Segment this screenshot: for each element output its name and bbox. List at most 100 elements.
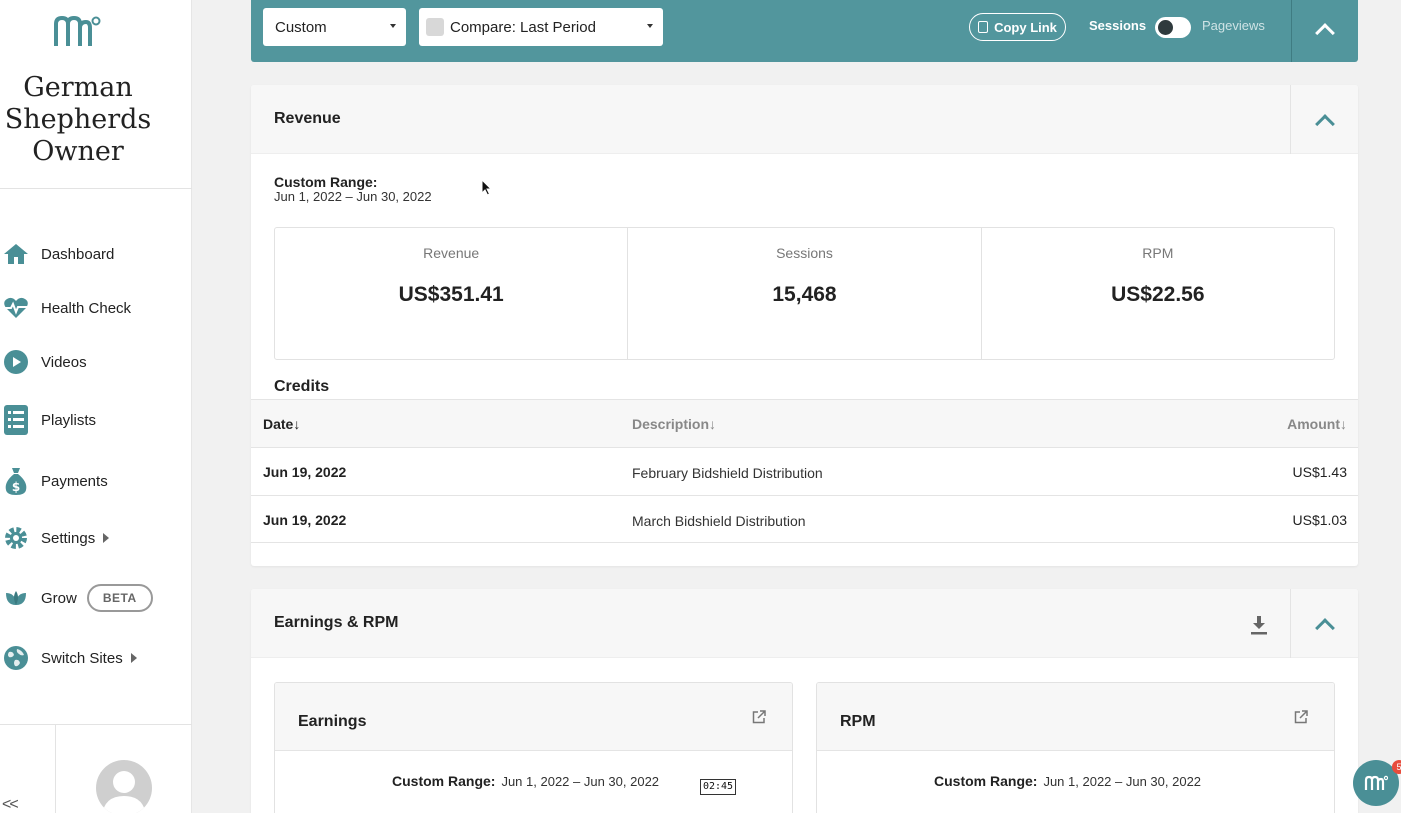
external-link-icon[interactable] [1294,710,1308,724]
compare-select[interactable]: Compare: Last Period [419,8,663,46]
earnings-card-header: Earnings & RPM [251,589,1358,658]
sidebar-item-switch-sites[interactable]: Switch Sites [0,638,192,678]
notification-badge: 5 [1392,760,1401,774]
home-icon [2,240,30,268]
range-label: Custom Range: [274,174,378,190]
site-name-line: Owner [32,136,124,167]
gear-icon [2,524,30,552]
earnings-chart-title: Earnings [298,713,367,730]
revenue-card: Revenue Custom Range: Jun 1, 2022 – Jun … [251,85,1358,566]
site-name-line: Shepherds [4,104,152,135]
caret-down-icon [647,24,653,28]
table-row: Jun 19, 2022 March Bidshield Distributio… [251,495,1358,543]
credit-amount: US$1.43 [1292,464,1347,480]
sessions-label: Sessions [1089,18,1147,33]
credit-date: Jun 19, 2022 [263,512,347,528]
sidebar: German Shepherds Owner Dashboard Health … [0,0,192,813]
earnings-chart-header: Earnings [275,683,792,751]
sidebar-item-label: Dashboard [41,245,115,263]
sidebar-item-grow[interactable]: Grow BETA [0,578,192,618]
credits-table: Date↓ Description↓ Amount↓ Jun 19, 2022 … [251,399,1358,543]
chevron-up-icon[interactable] [1315,114,1335,134]
sidebar-item-settings[interactable]: Settings [0,518,192,558]
sidebar-item-label: Videos [41,353,87,371]
user-icon [102,771,146,813]
date-range-select[interactable]: Custom [263,8,406,46]
external-link-icon[interactable] [752,710,766,724]
stat-value: US$351.41 [398,283,504,306]
chevron-up-icon[interactable] [1315,23,1335,43]
sidebar-divider [0,724,192,725]
revenue-card-header: Revenue [251,85,1358,154]
stat-label: Sessions [776,245,833,261]
play-circle-icon [2,348,30,376]
caret-right-icon [103,533,110,543]
revenue-title: Revenue [274,110,341,127]
chat-logo-icon [1364,775,1388,790]
sidebar-item-playlists[interactable]: Playlists [0,400,192,440]
header-divider [1290,85,1291,154]
range-value: Jun 1, 2022 – Jun 30, 2022 [501,774,660,789]
range-value: Jun 1, 2022 – Jun 30, 2022 [1043,774,1202,789]
copy-icon [978,21,989,33]
header-divider [1290,589,1291,658]
earnings-rpm-card: Earnings & RPM Earnings Custom Range: Jun… [251,589,1358,813]
sidebar-item-dashboard[interactable]: Dashboard [0,234,192,274]
caret-down-icon [390,24,396,28]
svg-text:$: $ [12,480,20,494]
sort-date-header[interactable]: Date↓ [263,416,300,432]
sort-description-header[interactable]: Description↓ [632,416,716,432]
heartbeat-icon [2,294,30,322]
sidebar-item-label: Grow [41,589,77,607]
sidebar-item-label: Playlists [41,411,97,429]
copy-link-label: Copy Link [994,19,1057,35]
compare-swatch [426,18,444,36]
sidebar-item-videos[interactable]: Videos [0,342,192,382]
chevron-up-icon[interactable] [1315,618,1335,638]
sessions-pageviews-toggle[interactable] [1155,17,1191,38]
stat-value: 15,468 [772,283,837,306]
list-icon [2,405,30,435]
download-icon[interactable] [1250,615,1268,635]
compare-select-value: Compare: Last Period [450,18,596,36]
sidebar-item-payments[interactable]: $ Payments [0,461,192,501]
site-name: German Shepherds Owner [0,72,156,168]
revenue-stats: Revenue US$351.41 Sessions 15,468 RPM US… [274,227,1335,360]
stat-label: Revenue [423,245,480,261]
sidebar-divider [0,188,192,189]
avatar[interactable] [96,760,152,813]
earnings-rpm-title: Earnings & RPM [274,614,399,631]
sidebar-item-label: Payments [41,472,108,490]
earnings-chart-range: Custom Range: Jun 1, 2022 – Jun 30, 2022 [392,773,659,789]
rpm-chart-range: Custom Range: Jun 1, 2022 – Jun 30, 2022 [934,773,1201,789]
globe-icon [2,644,30,672]
stat-rpm: RPM US$22.56 [982,228,1334,359]
date-range-select-value: Custom [275,18,327,36]
stat-sessions: Sessions 15,468 [628,228,982,359]
stat-label: RPM [1142,245,1174,261]
rpm-chart-title: RPM [840,713,876,730]
sidebar-divider [55,725,56,813]
recording-timer: 02:45 [700,779,736,795]
copy-link-button[interactable]: Copy Link [969,13,1066,41]
table-header-row: Date↓ Description↓ Amount↓ [251,399,1358,447]
sidebar-item-label: Settings [41,529,96,547]
mouse-cursor-icon [481,179,493,196]
logo [54,15,101,46]
toggle-knob [1158,20,1173,35]
rpm-chart-header: RPM [817,683,1334,751]
credits-title: Credits [274,378,330,395]
sort-amount-header[interactable]: Amount↓ [1287,416,1347,432]
stat-value: US$22.56 [1111,283,1205,306]
beta-badge: BETA [86,584,153,612]
range-label: Custom Range: [934,773,1038,789]
table-row: Jun 19, 2022 February Bidshield Distribu… [251,447,1358,495]
pageviews-label: Pageviews [1202,18,1265,33]
site-name-line: German [23,72,133,103]
sidebar-item-health-check[interactable]: Health Check [0,288,192,328]
stat-revenue: Revenue US$351.41 [275,228,629,359]
rpm-chart-card: RPM Custom Range: Jun 1, 2022 – Jun 30, 2… [816,682,1335,813]
credit-date: Jun 19, 2022 [263,464,347,480]
collapse-sidebar-button[interactable]: << [2,796,19,813]
credit-description: February Bidshield Distribution [632,465,823,481]
